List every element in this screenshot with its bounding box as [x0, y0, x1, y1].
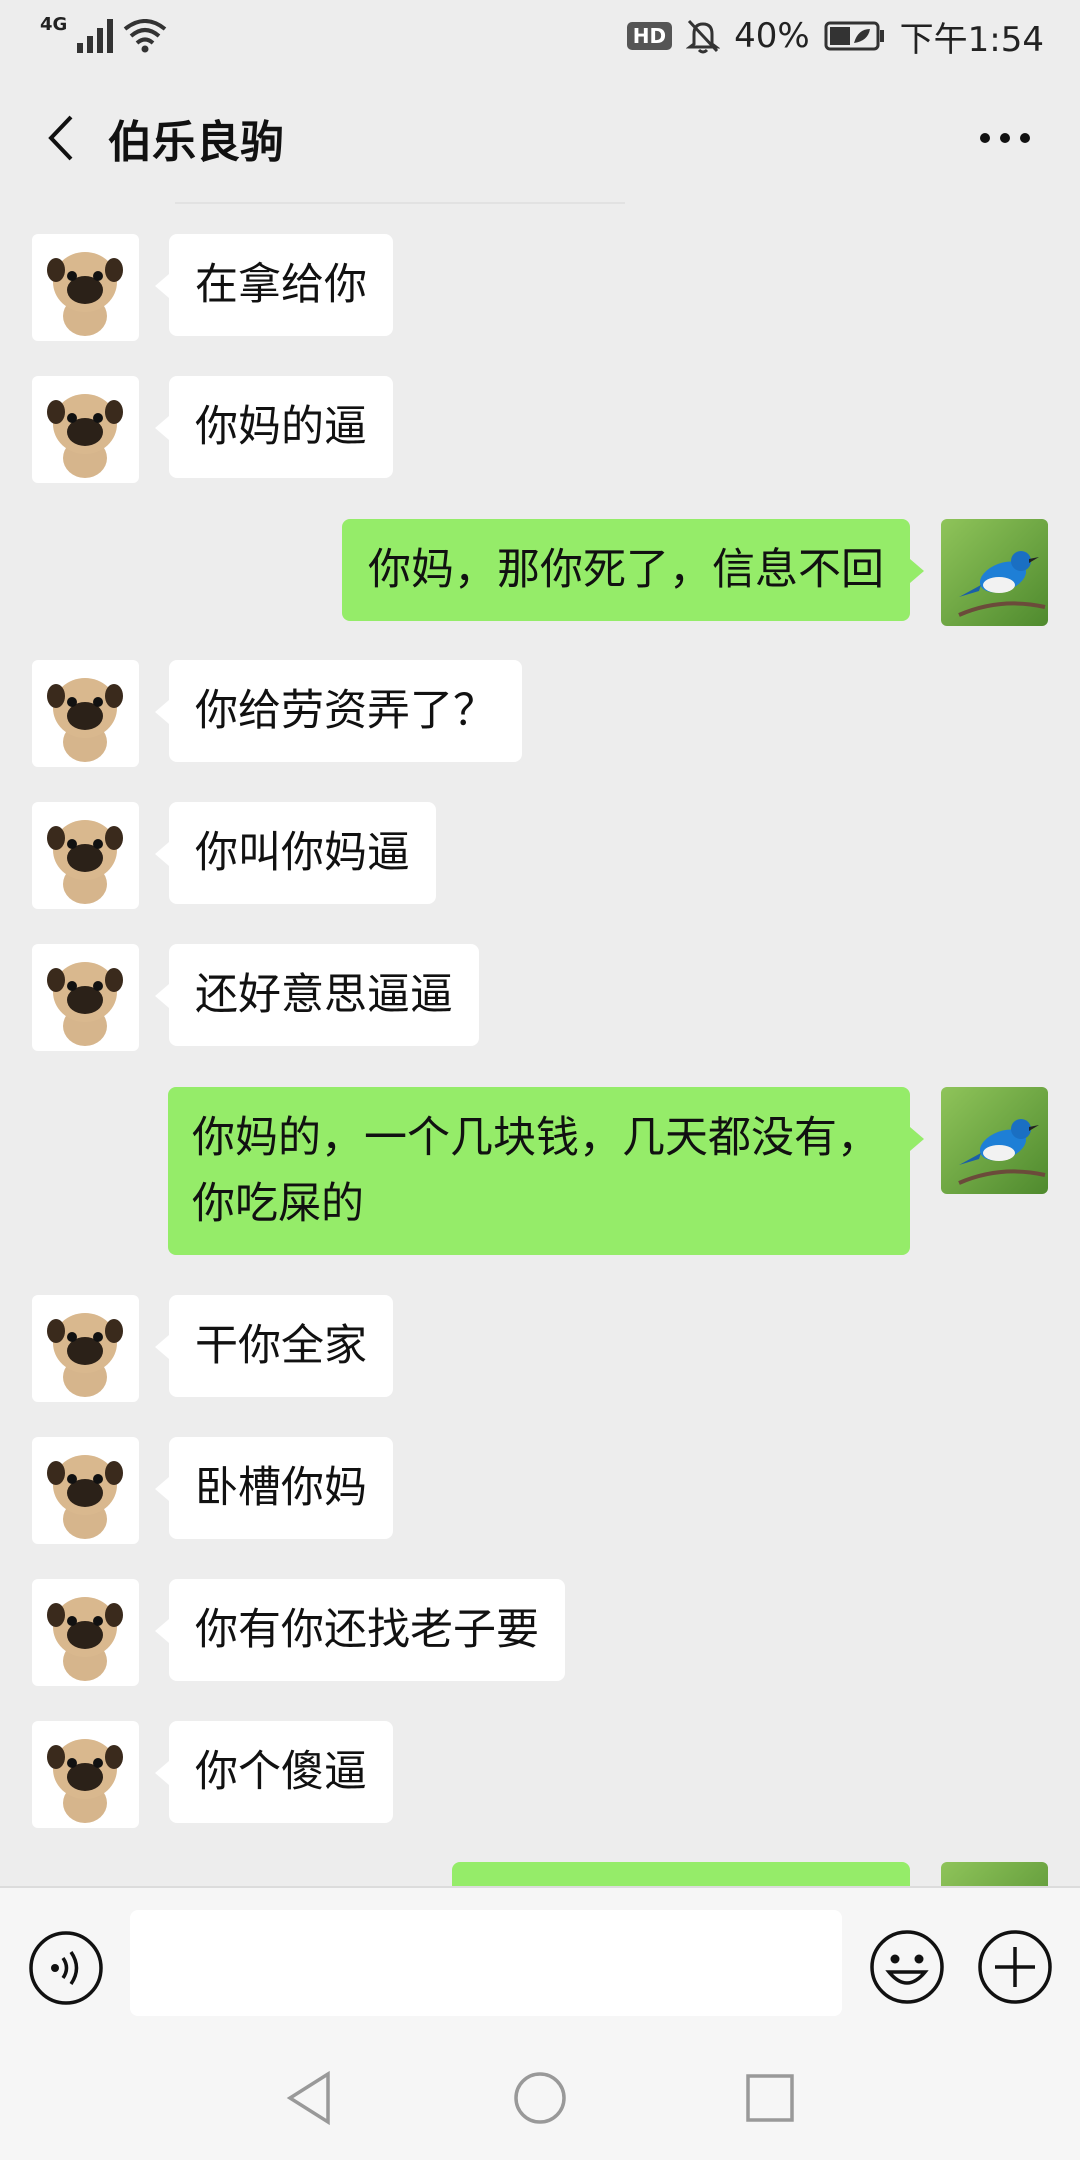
pug-avatar[interactable]	[32, 1295, 139, 1402]
square-recents-icon	[746, 2074, 794, 2122]
pug-avatar[interactable]	[32, 1437, 139, 1544]
status-right: HD 40% 下午1:54	[626, 12, 1044, 61]
bird-avatar[interactable]	[941, 1087, 1048, 1194]
message-bubble[interactable]: 卧槽你妈	[155, 1437, 393, 1539]
message-bubble[interactable]: 你妈的逼	[155, 376, 393, 478]
pug-avatar[interactable]	[32, 234, 139, 341]
message-bubble[interactable]: 你个傻逼	[155, 1721, 393, 1823]
message-row: 你个傻逼	[0, 1721, 1080, 1831]
signal-icon	[77, 19, 114, 53]
chat-header: 伯乐良驹	[0, 72, 1080, 204]
clock: 下午1:54	[899, 19, 1044, 60]
chevron-left-icon	[48, 115, 73, 161]
message-bubble[interactable]	[452, 1862, 910, 1886]
message-row: 你妈的，一个几块钱，几天都没有， 你吃屎的	[0, 1087, 1080, 1263]
message-bubble[interactable]: 你给劳资弄了？	[155, 660, 522, 762]
message-bubble[interactable]: 在拿给你	[155, 234, 393, 336]
hd-badge: HD	[626, 22, 673, 50]
message-row	[0, 1862, 1080, 1886]
message-row: 还好意思逼逼	[0, 944, 1080, 1054]
nav-recents-button[interactable]	[740, 2068, 800, 2128]
nav-home-button[interactable]	[510, 2068, 570, 2128]
network-type: 4G	[40, 13, 68, 35]
message-row: 你叫你妈逼	[0, 802, 1080, 912]
message-bubble[interactable]: 你有你还找老子要	[155, 1579, 565, 1681]
message-input[interactable]	[130, 1910, 842, 2016]
battery-percent: 40%	[734, 16, 810, 56]
pug-avatar[interactable]	[32, 1721, 139, 1828]
back-button[interactable]	[30, 98, 90, 178]
message-bubble[interactable]: 还好意思逼逼	[155, 944, 479, 1046]
more-functions-button[interactable]	[976, 1928, 1054, 2006]
nav-back-button[interactable]	[280, 2068, 340, 2128]
status-left: 4G	[40, 14, 167, 53]
plus-icon	[978, 1930, 1052, 2004]
message-bubble[interactable]: 你妈的，一个几块钱，几天都没有， 你吃屎的	[168, 1087, 924, 1255]
message-bubble[interactable]: 干你全家	[155, 1295, 393, 1397]
bird-avatar[interactable]	[941, 1862, 1048, 1886]
voice-icon	[29, 1931, 103, 2005]
message-row: 你有你还找老子要	[0, 1579, 1080, 1689]
emoji-button[interactable]	[868, 1928, 946, 2006]
status-bar: 4G HD 40% 下午1:54	[0, 0, 1080, 72]
more-dots-icon	[980, 133, 1030, 143]
message-row: 你给劳资弄了？	[0, 660, 1080, 770]
battery-icon	[824, 21, 884, 51]
pug-avatar[interactable]	[32, 944, 139, 1051]
circle-home-icon	[514, 2072, 566, 2124]
system-nav-bar	[0, 2036, 1080, 2160]
pug-avatar[interactable]	[32, 376, 139, 483]
voice-button[interactable]	[28, 1930, 104, 2006]
chat-title: 伯乐良驹	[108, 117, 284, 168]
bird-avatar[interactable]	[941, 519, 1048, 626]
message-row: 干你全家	[0, 1295, 1080, 1405]
pug-avatar[interactable]	[32, 660, 139, 767]
message-row: 你妈的逼	[0, 376, 1080, 486]
mute-bell-icon	[686, 19, 721, 54]
message-row: 在拿给你	[0, 234, 1080, 344]
message-bubble[interactable]: 你妈，那你死了，信息不回	[342, 519, 924, 621]
message-list[interactable]: 在拿给你 你妈的逼 你妈，那你死了，信息不回 你给劳资弄了？ 你叫你妈逼 还好意…	[0, 204, 1080, 1886]
wifi-icon	[124, 19, 167, 53]
more-options-button[interactable]	[960, 98, 1050, 178]
message-row: 卧槽你妈	[0, 1437, 1080, 1547]
pug-avatar[interactable]	[32, 802, 139, 909]
emoji-icon	[870, 1930, 944, 2004]
message-row: 你妈，那你死了，信息不回	[0, 519, 1080, 629]
pug-avatar[interactable]	[32, 1579, 139, 1686]
input-bar	[0, 1886, 1080, 2036]
message-bubble[interactable]: 你叫你妈逼	[155, 802, 436, 904]
triangle-back-icon	[286, 2070, 330, 2126]
